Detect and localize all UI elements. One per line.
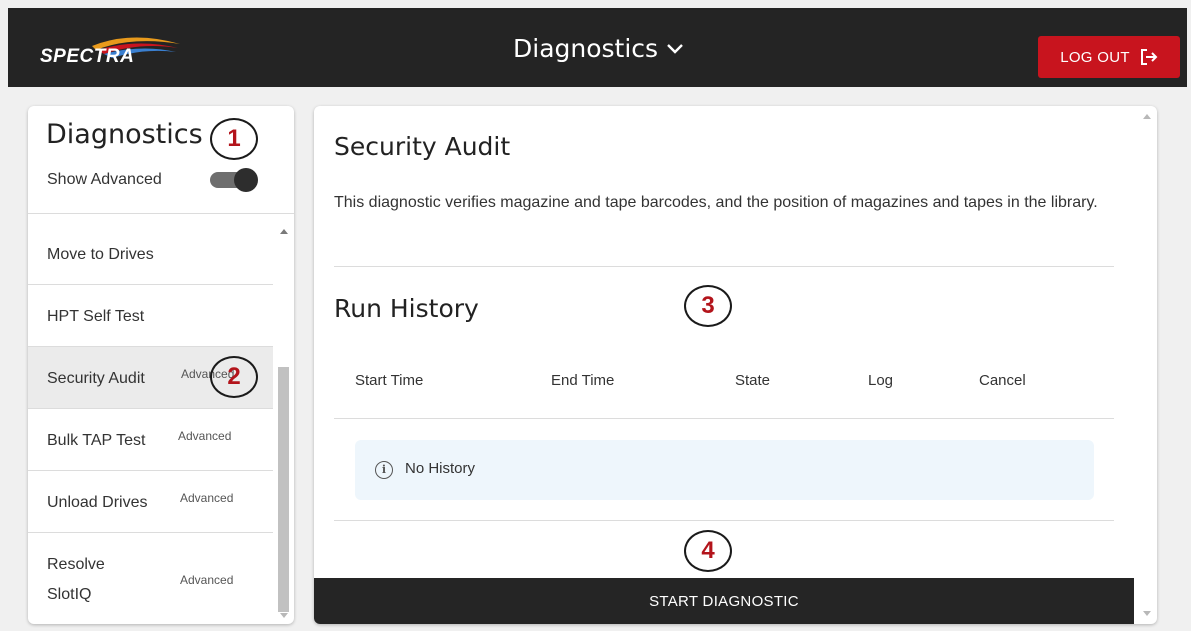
column-header-log: Log	[868, 372, 894, 389]
callout-1: 1	[210, 118, 258, 160]
sidebar-header: Diagnostics Show Advanced	[28, 106, 294, 214]
info-icon: i	[375, 461, 393, 479]
scroll-down-arrow-icon[interactable]	[280, 613, 288, 618]
advanced-badge: Advanced	[180, 573, 234, 587]
sidebar-item-move-to-drives[interactable]: Move to Drives	[28, 223, 273, 285]
diagnostics-list: Move to Drives HPT Self Test Security Au…	[28, 223, 294, 624]
callout-3: 3	[684, 285, 732, 327]
scroll-down-arrow-icon[interactable]	[1143, 611, 1151, 616]
callout-2: 2	[210, 356, 258, 398]
sidebar-item-label: Move to Drives	[47, 246, 154, 263]
callout-4: 4	[684, 530, 732, 572]
advanced-badge: Advanced	[178, 429, 232, 443]
sidebar-item-hpt-self-test[interactable]: HPT Self Test	[28, 285, 273, 347]
sidebar-item-label: Unload Drives	[47, 494, 148, 511]
sidebar-item-bulk-tap-test[interactable]: Bulk TAP Test Advanced	[28, 409, 273, 471]
logout-icon	[1140, 49, 1158, 65]
sidebar-item-label-line1: Resolve	[47, 556, 105, 573]
scroll-up-arrow-icon[interactable]	[280, 229, 288, 234]
scroll-up-arrow-icon[interactable]	[1143, 114, 1151, 119]
scroll-thumb[interactable]	[278, 367, 289, 612]
diagnostic-detail-panel: Security Audit This diagnostic verifies …	[314, 106, 1157, 624]
show-advanced-label: Show Advanced	[47, 171, 162, 188]
diagnostic-title: Security Audit	[334, 132, 511, 161]
column-header-start-time: Start Time	[355, 372, 424, 389]
diagnostics-menu[interactable]: Diagnostics	[513, 34, 684, 63]
advanced-badge: Advanced	[180, 491, 234, 505]
show-advanced-toggle[interactable]	[210, 168, 260, 192]
divider	[334, 418, 1114, 419]
start-diagnostic-button[interactable]: START DIAGNOSTIC	[314, 578, 1134, 624]
divider	[334, 266, 1114, 267]
spectra-logo: SPECTRA	[32, 36, 182, 70]
sidebar-item-resolve-slotiq[interactable]: Resolve SlotIQ Advanced	[28, 533, 273, 624]
sidebar-item-unload-drives[interactable]: Unload Drives Advanced	[28, 471, 273, 533]
no-history-text: No History	[405, 460, 476, 477]
sidebar-scrollbar[interactable]	[275, 223, 292, 624]
logo-text: SPECTRA	[40, 46, 135, 67]
column-header-state: State	[735, 372, 771, 389]
diagnostic-description: This diagnostic verifies magazine and ta…	[334, 194, 1098, 211]
main-scrollbar[interactable]	[1138, 106, 1157, 624]
column-header-cancel: Cancel	[979, 372, 1026, 389]
no-history-alert: i No History	[355, 440, 1094, 500]
sidebar-item-label: HPT Self Test	[47, 308, 145, 325]
toggle-knob	[234, 168, 258, 192]
page-title: Diagnostics	[513, 34, 659, 63]
sidebar-item-label: Security Audit	[47, 370, 145, 387]
column-header-end-time: End Time	[551, 372, 615, 389]
sidebar-title: Diagnostics	[46, 119, 203, 150]
sidebar-item-label-line2: SlotIQ	[47, 586, 92, 603]
logout-label: LOG OUT	[1060, 48, 1130, 66]
logout-button[interactable]: LOG OUT	[1038, 36, 1180, 78]
divider	[334, 520, 1114, 521]
run-history-title: Run History	[334, 294, 479, 323]
sidebar-item-label: Bulk TAP Test	[47, 432, 146, 449]
top-bar: SPECTRA Diagnostics LOG OUT	[8, 8, 1187, 87]
chevron-down-icon	[667, 43, 683, 54]
